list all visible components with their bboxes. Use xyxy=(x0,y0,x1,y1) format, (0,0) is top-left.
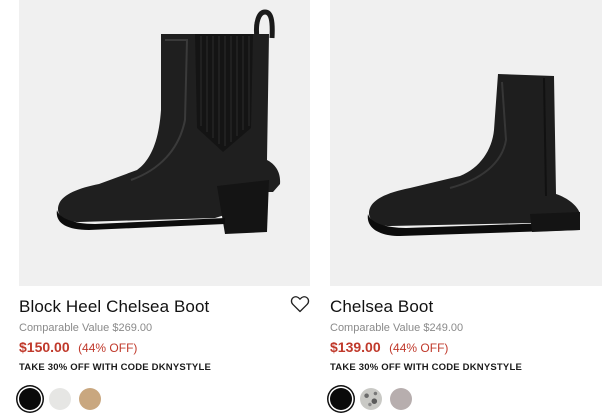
swatch-tan[interactable] xyxy=(79,388,101,410)
comparable-value: Comparable Value $269.00 xyxy=(19,322,153,334)
product-card[interactable]: Block Heel Chelsea Boot Comparable Value… xyxy=(19,0,310,374)
color-swatches xyxy=(330,388,412,410)
swatch-grey[interactable] xyxy=(390,388,412,410)
product-title[interactable]: Chelsea Boot xyxy=(330,296,602,318)
discount-label: (44% OFF) xyxy=(389,341,449,355)
swatch-snake-print[interactable] xyxy=(360,388,382,410)
discount-label: (44% OFF) xyxy=(78,341,138,355)
promo-text: TAKE 30% OFF WITH CODE DKNYSTYLE xyxy=(19,362,212,373)
comparable-value: Comparable Value $249.00 xyxy=(330,322,464,334)
price-row: $139.00 (44% OFF) xyxy=(330,338,602,357)
price-row: $150.00 (44% OFF) xyxy=(19,338,310,357)
product-image[interactable] xyxy=(19,0,310,286)
chelsea-boot-illustration xyxy=(367,74,580,236)
block-heel-boot-illustration xyxy=(56,9,281,234)
promo-text: TAKE 30% OFF WITH CODE DKNYSTYLE xyxy=(330,362,523,373)
swatch-white[interactable] xyxy=(49,388,71,410)
sale-price: $139.00 xyxy=(330,339,381,355)
sale-price: $150.00 xyxy=(19,339,70,355)
swatch-black[interactable] xyxy=(19,388,41,410)
color-swatches xyxy=(19,388,101,410)
product-image[interactable] xyxy=(330,0,602,286)
product-title[interactable]: Block Heel Chelsea Boot xyxy=(19,296,310,318)
product-card[interactable]: Chelsea Boot Comparable Value $249.00 $1… xyxy=(330,0,602,374)
swatch-black[interactable] xyxy=(330,388,352,410)
heart-outline-icon[interactable] xyxy=(290,294,310,314)
